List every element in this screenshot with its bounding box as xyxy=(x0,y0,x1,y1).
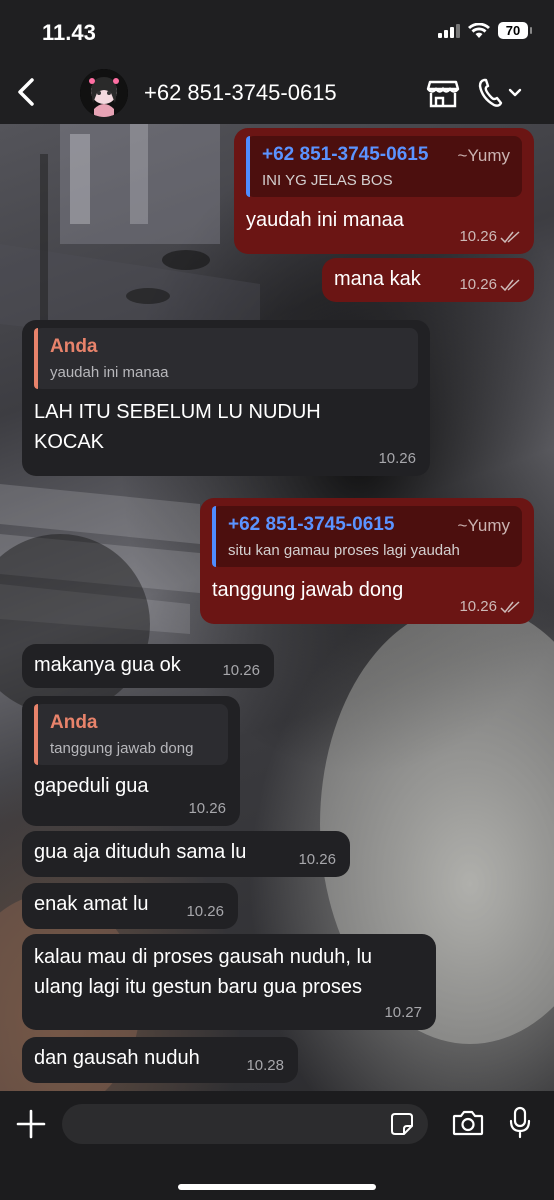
timestamp: 10.26 xyxy=(186,903,224,920)
message-text: gapeduli gua xyxy=(34,775,149,797)
sticker-icon[interactable] xyxy=(390,1112,414,1136)
timestamp: 10.26 xyxy=(378,450,416,467)
message-time: 10.27 xyxy=(384,1004,422,1021)
read-ticks-icon xyxy=(500,230,520,243)
message-time: 10.26 xyxy=(298,851,336,868)
message-time: 10.26 xyxy=(222,662,260,679)
quoted-message[interactable]: Anda yaudah ini manaa xyxy=(34,328,418,389)
timestamp: 10.26 xyxy=(459,228,497,245)
message-time: 10.26 xyxy=(186,903,224,920)
chat-header: +62 851-3745-0615 xyxy=(0,62,554,122)
signal-icon xyxy=(438,23,460,38)
back-arrow-icon[interactable] xyxy=(14,72,38,112)
message-time: 10.26 xyxy=(459,228,520,245)
message-bubble[interactable]: enak amat lu 10.26 xyxy=(22,883,238,929)
message-time: 10.26 xyxy=(378,450,416,467)
call-icon[interactable] xyxy=(476,76,526,110)
read-ticks-icon xyxy=(500,278,520,291)
status-icons: 70 xyxy=(438,22,532,39)
store-icon[interactable] xyxy=(426,76,460,110)
message-time: 10.26 xyxy=(459,598,520,615)
message-time: 10.28 xyxy=(246,1057,284,1074)
quoted-message[interactable]: +62 851-3745-0615 ~Yumy situ kan gamau p… xyxy=(212,506,522,567)
message-bubble[interactable]: +62 851-3745-0615 ~Yumy situ kan gamau p… xyxy=(200,498,534,624)
quote-alias: ~Yumy xyxy=(457,146,510,165)
message-text: LAH ITU SEBELUM LU NUDUH KOCAK xyxy=(34,401,321,453)
contact-avatar[interactable] xyxy=(80,69,128,117)
timestamp: 10.26 xyxy=(298,851,336,868)
quote-text: tanggung jawab dong xyxy=(50,740,194,757)
timestamp: 10.28 xyxy=(246,1057,284,1074)
message-time: 10.26 xyxy=(188,800,226,817)
timestamp: 10.26 xyxy=(222,662,260,679)
quote-author: Anda xyxy=(50,712,98,733)
timestamp: 10.26 xyxy=(459,276,497,293)
message-bubble[interactable]: gua aja dituduh sama lu 10.26 xyxy=(22,831,350,877)
status-time: 11.43 xyxy=(42,20,96,45)
message-bubble[interactable]: makanya gua ok 10.26 xyxy=(22,644,274,688)
timestamp: 10.26 xyxy=(459,598,497,615)
microphone-icon[interactable] xyxy=(508,1106,532,1140)
quoted-message[interactable]: +62 851-3745-0615 ~Yumy INI YG JELAS BOS xyxy=(246,136,522,197)
message-text: gua aja dituduh sama lu xyxy=(34,841,247,863)
quoted-message[interactable]: Anda tanggung jawab dong xyxy=(34,704,228,765)
quote-author: Anda xyxy=(50,336,98,357)
chat-area[interactable]: +62 851-3745-0615 ~Yumy INI YG JELAS BOS… xyxy=(0,124,554,1091)
message-bubble[interactable]: Anda tanggung jawab dong gapeduli gua 10… xyxy=(22,696,240,826)
quote-text: yaudah ini manaa xyxy=(50,364,169,381)
quote-text: situ kan gamau proses lagi yaudah xyxy=(228,542,460,559)
top-bar: 11.43 70 +62 851-3745-0615 xyxy=(0,0,554,124)
message-time: 10.26 xyxy=(459,276,520,293)
message-bubble[interactable]: Anda yaudah ini manaa LAH ITU SEBELUM LU… xyxy=(22,320,430,476)
timestamp: 10.27 xyxy=(384,1004,422,1021)
message-bubble[interactable]: kalau mau di proses gausah nuduh, lu ula… xyxy=(22,934,436,1030)
message-bubble[interactable]: mana kak 10.26 xyxy=(322,258,534,302)
contact-name[interactable]: +62 851-3745-0615 xyxy=(144,80,337,106)
quote-alias: ~Yumy xyxy=(457,516,510,535)
message-bubble[interactable]: +62 851-3745-0615 ~Yumy INI YG JELAS BOS… xyxy=(234,128,534,254)
message-bubble[interactable]: dan gausah nuduh 10.28 xyxy=(22,1037,298,1083)
message-input[interactable] xyxy=(62,1104,428,1144)
read-ticks-icon xyxy=(500,600,520,613)
plus-icon[interactable] xyxy=(16,1109,46,1139)
camera-icon[interactable] xyxy=(452,1109,484,1137)
timestamp: 10.26 xyxy=(188,800,226,817)
quote-text: INI YG JELAS BOS xyxy=(262,172,393,189)
message-text: kalau mau di proses gausah nuduh, lu ula… xyxy=(34,946,373,998)
battery-icon: 70 xyxy=(498,22,532,39)
home-indicator[interactable] xyxy=(178,1184,376,1190)
wifi-icon xyxy=(468,22,490,38)
